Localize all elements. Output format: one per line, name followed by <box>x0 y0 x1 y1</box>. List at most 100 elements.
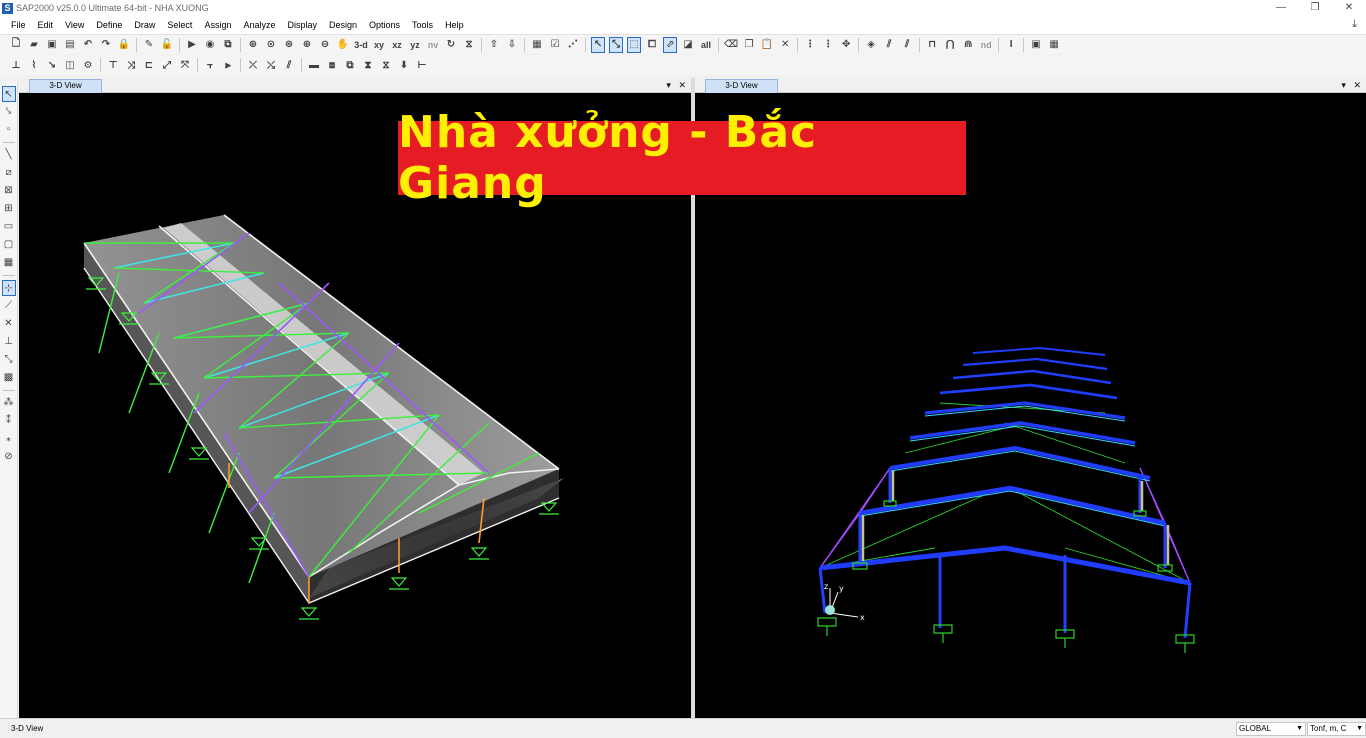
paste-icon[interactable]: 📋 <box>760 37 774 53</box>
area-wind-icon[interactable]: ⊢ <box>415 57 429 73</box>
delete-icon[interactable]: ✕ <box>778 37 792 53</box>
draw-truss-icon[interactable]: ⋒ <box>961 37 975 53</box>
run-now-icon[interactable]: ◉ <box>203 37 217 53</box>
object-shrink-icon[interactable]: ▦ <box>530 37 544 53</box>
right-panel-close-icon[interactable]: ✕ <box>1353 80 1361 90</box>
quick-draw-secondary-icon[interactable]: ⊞ <box>2 201 16 217</box>
move-down-icon[interactable]: ⇩ <box>505 37 519 53</box>
area-section-icon[interactable]: ▣ <box>1029 37 1043 53</box>
select-window-icon[interactable]: ⬚ <box>627 36 641 53</box>
rotate-view-icon[interactable]: ↻ <box>444 37 458 53</box>
menu-define[interactable]: Define <box>90 16 128 34</box>
quick-draw-area-icon[interactable]: ▦ <box>2 255 16 271</box>
display-tables-icon[interactable]: ▦ <box>1047 37 1061 53</box>
area-gravity-icon[interactable]: ⧖ <box>379 57 393 73</box>
pointer-icon[interactable]: ↖ <box>1 86 16 102</box>
pan-hand-icon[interactable]: ✋ <box>336 37 350 53</box>
menu-display[interactable]: Display <box>281 16 323 34</box>
joint-masses-icon[interactable]: ◫ <box>63 57 77 73</box>
zoom-window-icon[interactable]: ⊕ <box>246 37 260 53</box>
move-icon[interactable]: ✥ <box>839 37 853 53</box>
zoom-fit-icon[interactable]: ⊙ <box>264 37 278 53</box>
view-xy-button[interactable]: xy <box>372 37 386 53</box>
clear-selection-icon[interactable]: ⌫ <box>724 37 738 53</box>
area-sections-icon[interactable]: ▬ <box>307 57 321 73</box>
snap-points-icon[interactable]: ⊹ <box>1 280 16 296</box>
minimize-button[interactable]: — <box>1264 0 1298 16</box>
select-all-icon[interactable]: ⁂ <box>2 395 16 411</box>
previous-selection-icon[interactable]: ⁑ <box>2 413 16 429</box>
frame-point-loads-icon[interactable]: ⤯ <box>264 57 278 73</box>
view-nv-button[interactable]: nv <box>426 37 440 53</box>
menu-file[interactable]: File <box>5 16 32 34</box>
set-display-options-icon[interactable]: ☑ <box>548 37 562 53</box>
close-window-button[interactable]: ✕ <box>1332 0 1366 16</box>
redo-icon[interactable]: ↷ <box>99 37 113 53</box>
run-analysis-icon[interactable]: ▶ <box>185 37 199 53</box>
download-icon[interactable]: ⤓ <box>1348 18 1361 31</box>
draw-poly-area-icon[interactable]: ▭ <box>2 219 16 235</box>
snap-fine-grid-icon[interactable]: ▩ <box>2 370 16 386</box>
frame-temperature-icon[interactable]: ⤫ <box>246 57 260 73</box>
select-intersecting-icon[interactable]: ⤡ <box>609 36 623 53</box>
area-loads-icon[interactable]: ⧗ <box>361 57 375 73</box>
load-patterns-icon[interactable]: ⚙ <box>81 57 95 73</box>
clear-selection-icon[interactable]: ⁎ <box>2 431 16 447</box>
replicate-icon[interactable]: ⋮ <box>803 37 817 53</box>
align-icon[interactable]: ⋮ <box>821 37 835 53</box>
menu-edit[interactable]: Edit <box>32 16 60 34</box>
left-panel-close-icon[interactable]: ✕ <box>678 80 686 90</box>
draw-frame-cable-icon[interactable]: ╲ <box>2 147 16 163</box>
frame-loads-icon[interactable]: ⫟ <box>203 57 217 73</box>
frame-distributed-icon[interactable]: ⫸ <box>221 57 235 73</box>
frame-releases-icon[interactable]: ⤨ <box>124 57 138 73</box>
select-polygon-icon[interactable]: ⬀ <box>663 36 677 53</box>
edit-pencil-icon[interactable]: ✎ <box>142 37 156 53</box>
frame-end-offsets-icon[interactable]: ⤢ <box>160 57 174 73</box>
sap2000-app-icon[interactable]: S <box>2 2 13 14</box>
joint-springs-icon[interactable]: ⌇ <box>27 57 41 73</box>
select-all-button[interactable]: all <box>699 37 713 53</box>
assign-releases-icon[interactable]: ⫽ <box>900 37 914 53</box>
area-edge-icon[interactable]: ⧉ <box>343 57 357 73</box>
copy-icon[interactable]: ❐ <box>742 37 756 53</box>
reshape-icon[interactable]: ⤥ <box>2 104 16 120</box>
left-panel-menu-icon[interactable]: ▾ <box>666 80 671 90</box>
menu-tools[interactable]: Tools <box>406 16 439 34</box>
open-icon[interactable]: ▰ <box>27 37 41 53</box>
menu-view[interactable]: View <box>59 16 90 34</box>
selection-tool-icon[interactable]: ⊘ <box>2 449 16 465</box>
lock-icon[interactable]: 🔒 <box>117 37 131 53</box>
draw-frame-icon[interactable]: ⊓ <box>925 37 939 53</box>
left-panel-tab[interactable]: 3-D View <box>29 79 102 93</box>
joint-loads-icon[interactable]: ↘ <box>45 57 59 73</box>
draw-joint-icon[interactable]: ▫ <box>2 122 16 138</box>
new-model-icon[interactable]: 🗋 <box>9 37 23 53</box>
draw-rect-area-icon[interactable]: ▢ <box>2 237 16 253</box>
move-up-icon[interactable]: ⇧ <box>487 37 501 53</box>
unlock-icon[interactable]: 🔓 <box>160 37 174 53</box>
snap-lines-icon[interactable]: ⤡ <box>2 352 16 368</box>
zoom-in-icon[interactable]: ⊕ <box>300 37 314 53</box>
quick-draw-braces-icon[interactable]: ⊠ <box>2 183 16 199</box>
menu-draw[interactable]: Draw <box>128 16 161 34</box>
frame-deformation-icon[interactable]: ⫽ <box>282 57 296 73</box>
coordinate-system-select[interactable]: GLOBAL ▼ <box>1236 722 1306 736</box>
snap-intersections-icon[interactable]: ✕ <box>2 316 16 332</box>
section-designer-icon[interactable]: I <box>1004 37 1018 53</box>
joint-restraints-icon[interactable]: ⊥ <box>9 57 23 73</box>
refresh-window-icon[interactable]: ⧉ <box>221 37 235 53</box>
print-icon[interactable]: ▤ <box>63 37 77 53</box>
node-button[interactable]: nd <box>979 37 993 53</box>
snap-ends-icon[interactable]: ⟋ <box>2 298 16 314</box>
zoom-previous-icon[interactable]: ⊛ <box>282 37 296 53</box>
view-yz-button[interactable]: yz <box>408 37 422 53</box>
get-previous-selection-icon[interactable]: ◪ <box>681 37 695 53</box>
menu-help[interactable]: Help <box>439 16 470 34</box>
view-3d-button[interactable]: 3-d <box>354 37 368 53</box>
frame-local-axes-icon[interactable]: ⊏ <box>142 57 156 73</box>
area-mesh-icon[interactable]: ⧈ <box>325 57 339 73</box>
select-properties-icon[interactable]: ⧠ <box>645 37 659 53</box>
menu-options[interactable]: Options <box>363 16 406 34</box>
view-xz-button[interactable]: xz <box>390 37 404 53</box>
